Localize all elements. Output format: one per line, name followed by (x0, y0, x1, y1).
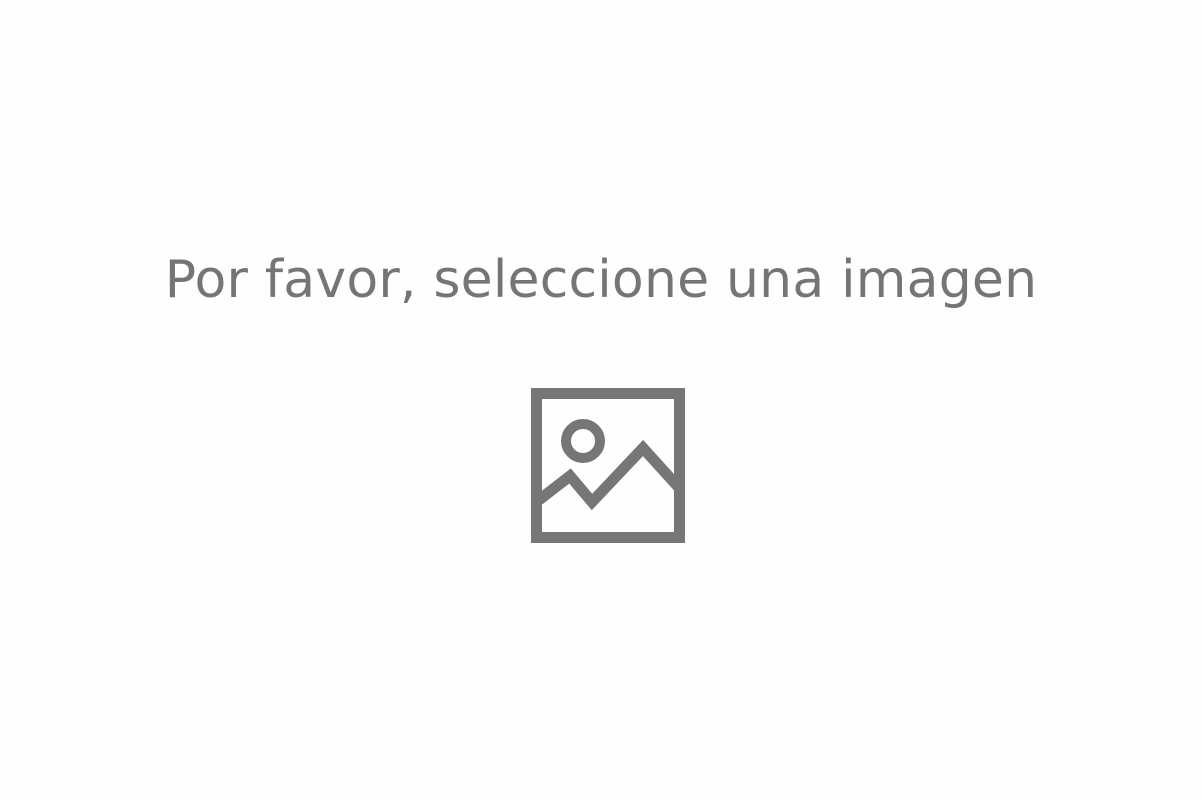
sun-shape (561, 419, 605, 463)
image-placeholder: Por favor, seleccione una imagen (0, 0, 1202, 800)
mountain-shape (535, 439, 685, 511)
select-image-message: Por favor, seleccione una imagen (164, 250, 1038, 310)
image-icon (531, 388, 685, 543)
